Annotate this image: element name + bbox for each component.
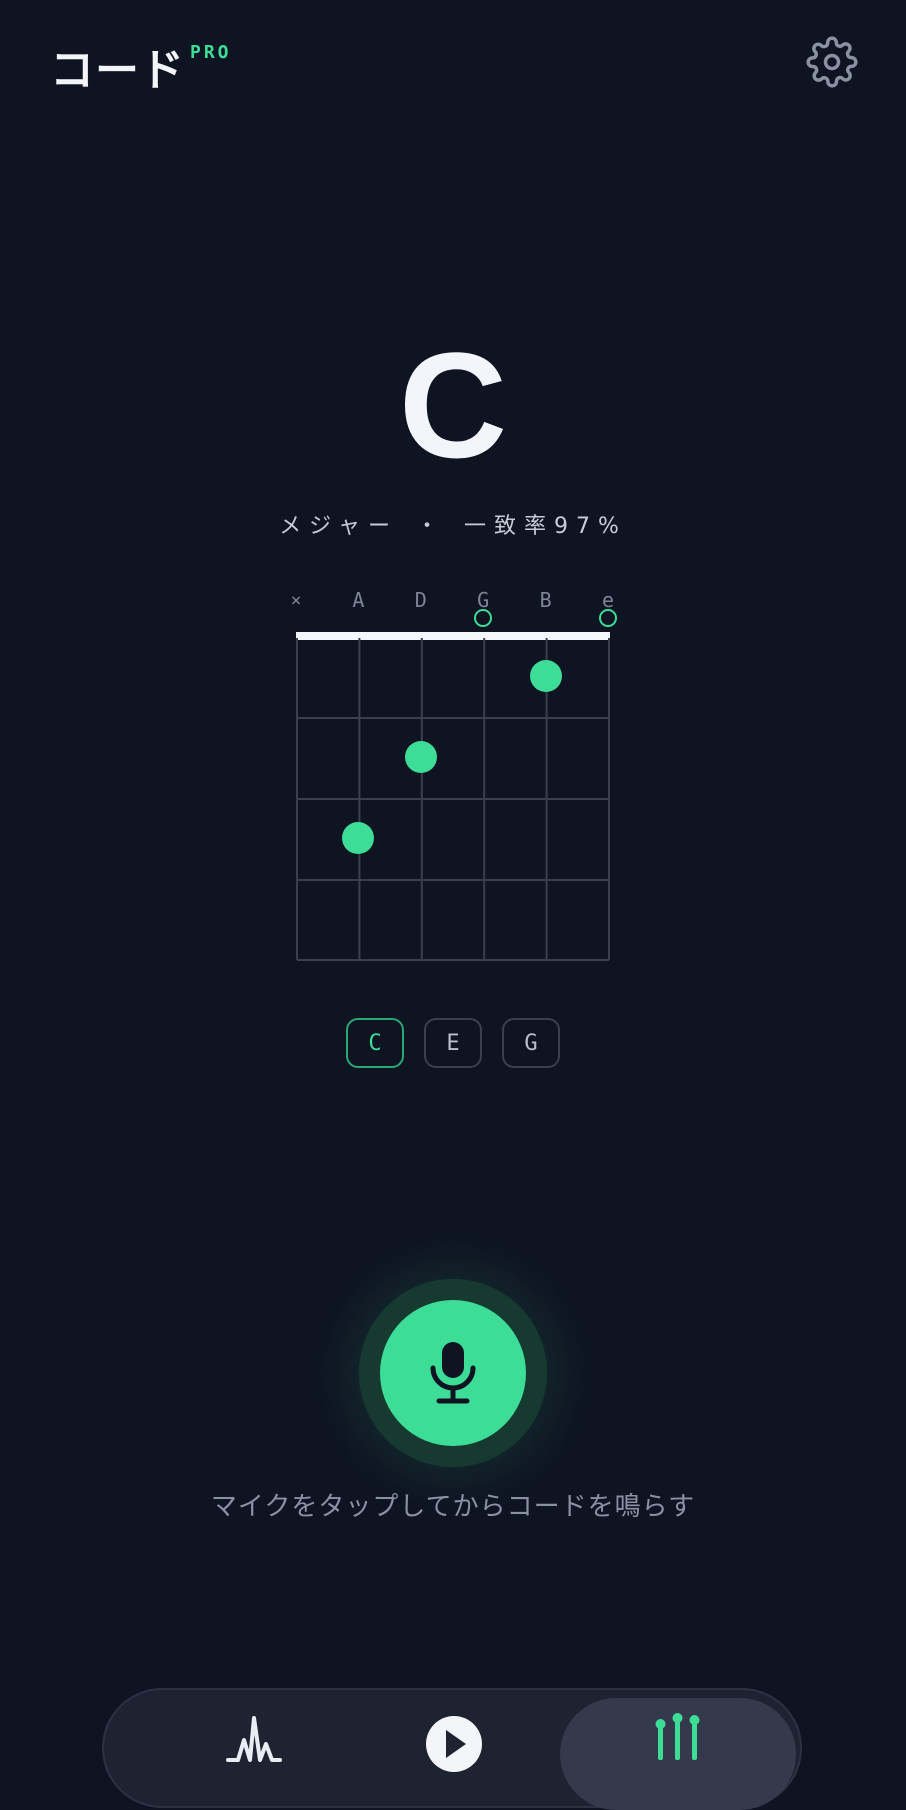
finger-dot-d-fret-2 [404,741,437,773]
note-chip-root: C [346,1018,404,1068]
gear-icon [806,36,858,88]
tuner-sliders-icon [655,1713,700,1760]
tab-play[interactable] [394,1690,514,1810]
string-label-a: A [352,588,365,612]
separator: ・ [415,514,446,539]
chord-quality: メジャー [279,514,398,539]
settings-button[interactable] [806,36,858,88]
open-string-marker [599,609,617,627]
tab-tuner[interactable] [560,1698,796,1810]
mic-button[interactable] [380,1300,526,1446]
chord-subtitle: メジャー・一致率97% [0,508,906,540]
chord-notes: C E G [0,1018,906,1068]
app-title: コード [50,45,185,96]
string-label-b: B [539,588,552,612]
waveform-icon [226,1716,282,1762]
open-string-marker [474,609,493,627]
match-rate: 一致率97% [464,514,627,539]
mic-hint: マイクをタップしてからコードを鳴らす [210,1492,696,1522]
pro-badge: PRO [190,42,232,63]
finger-dot-b-fret-1 [529,660,562,692]
fretboard [296,638,610,961]
chord-name: C [398,321,508,489]
note-chip: E [424,1018,482,1068]
tab-waveform[interactable] [194,1690,314,1810]
play-icon [426,1716,482,1772]
note-chip: G [502,1018,560,1068]
bottom-tab-bar [102,1688,802,1810]
string-label-mute: × [290,590,302,611]
string-label-d: D [414,588,427,612]
microphone-icon [430,1342,476,1404]
